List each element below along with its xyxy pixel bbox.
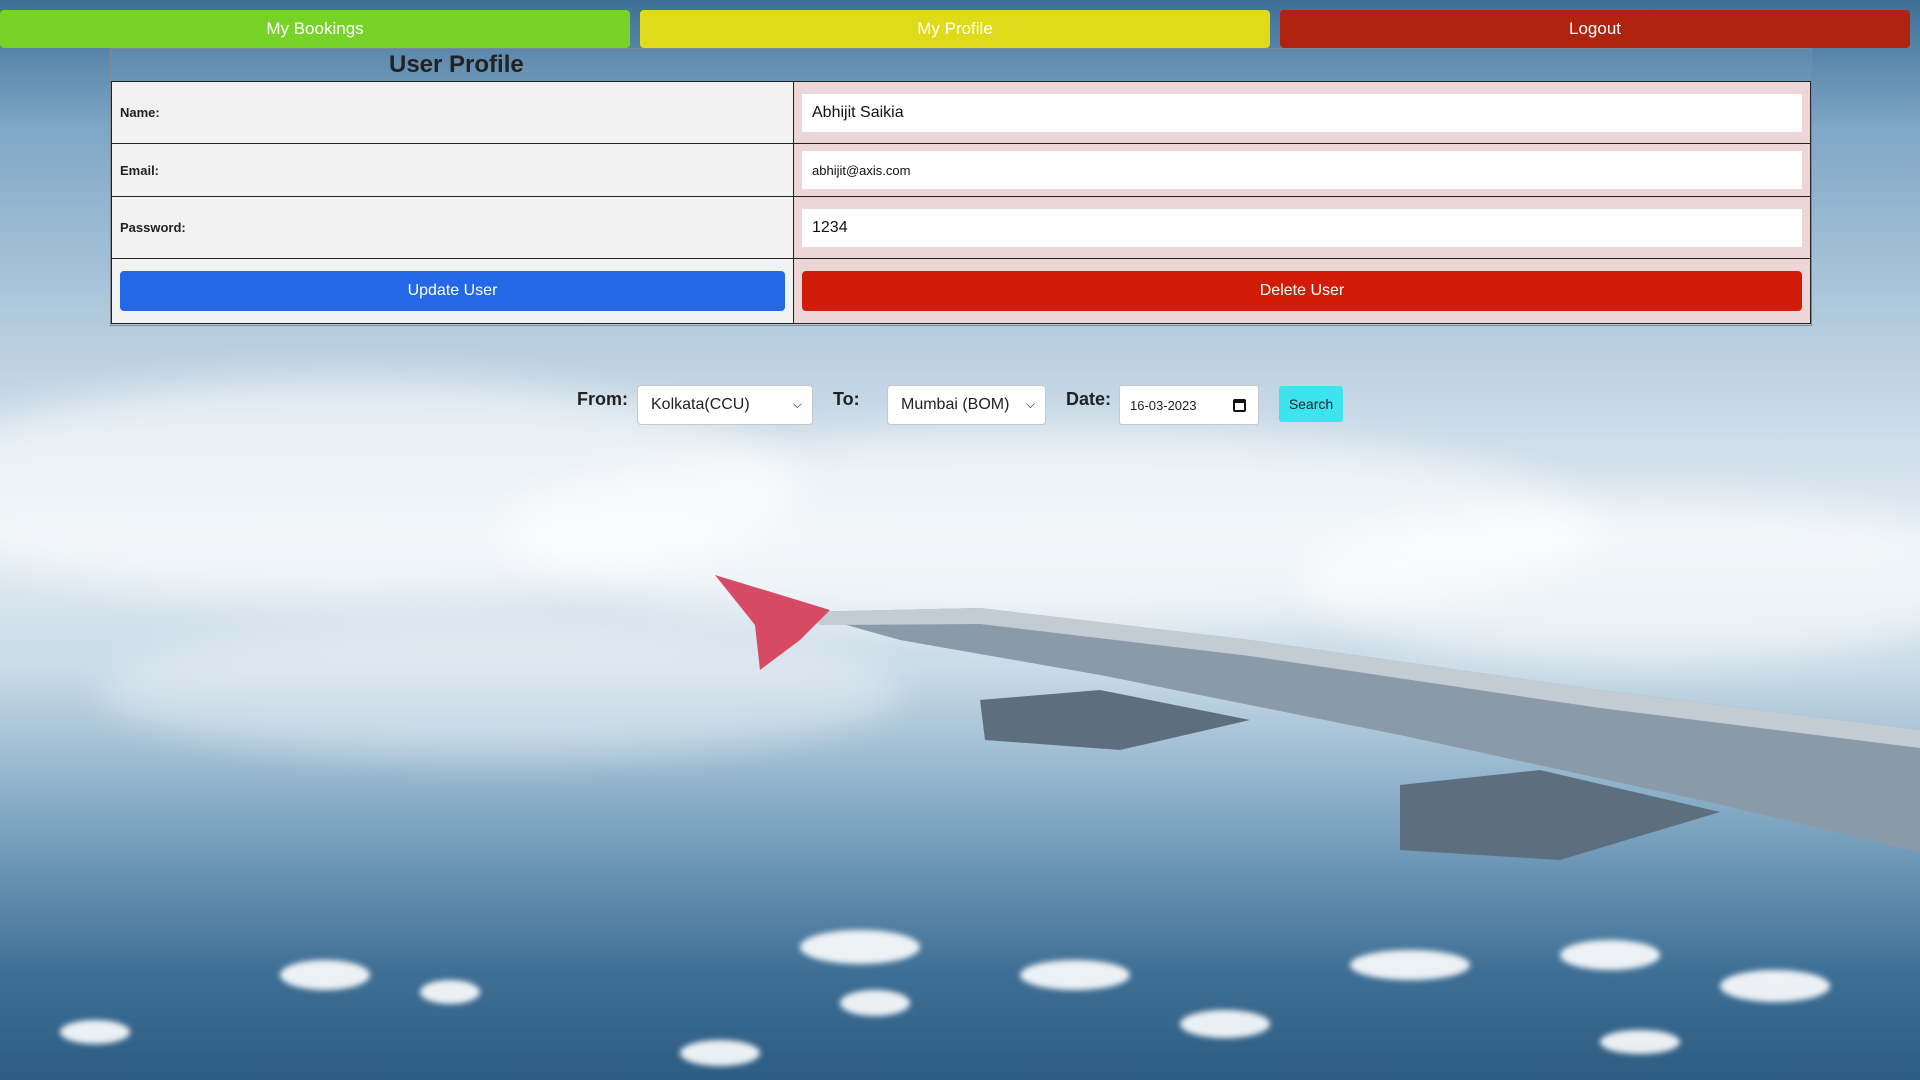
to-select-value: Mumbai (BOM) [901,396,1010,413]
flight-search-bar: From: Kolkata(CCU) ⌵ To: Mumbai (BOM) ⌵ … [0,385,1920,425]
my-profile-button[interactable]: My Profile [640,10,1270,48]
user-profile-panel: User Profile Name: Email: Password: Upda… [110,48,1812,326]
date-value: 16-03-2023 [1130,397,1197,413]
delete-user-button[interactable]: Delete User [802,271,1802,311]
password-field[interactable] [802,208,1802,247]
actions-row: Update User Delete User [111,258,1811,324]
my-bookings-button[interactable]: My Bookings [0,10,630,48]
top-nav: My Bookings My Profile Logout [0,10,1920,48]
name-row: Name: [111,81,1811,144]
from-select-value: Kolkata(CCU) [651,396,750,413]
chevron-down-icon: ⌵ [1025,397,1035,411]
from-label: From: [577,389,628,409]
search-button[interactable]: Search [1279,386,1343,422]
chevron-down-icon: ⌵ [792,397,802,411]
email-label: Email: [111,143,794,197]
page-title: User Profile [389,51,524,78]
profile-table: Name: Email: Password: Update User Delet… [111,81,1811,324]
to-select[interactable]: Mumbai (BOM) ⌵ [887,385,1046,425]
date-input[interactable]: 16-03-2023 [1119,385,1259,425]
password-label: Password: [111,196,794,259]
logout-button[interactable]: Logout [1280,10,1910,48]
name-field[interactable] [802,93,1802,132]
password-row: Password: [111,196,1811,259]
calendar-icon[interactable] [1233,399,1246,412]
email-field[interactable] [802,151,1802,189]
name-label: Name: [111,81,794,144]
from-select[interactable]: Kolkata(CCU) ⌵ [637,385,813,425]
date-label: Date: [1066,389,1112,409]
email-row: Email: [111,143,1811,197]
to-label: To: [833,389,860,409]
update-user-button[interactable]: Update User [120,271,785,311]
